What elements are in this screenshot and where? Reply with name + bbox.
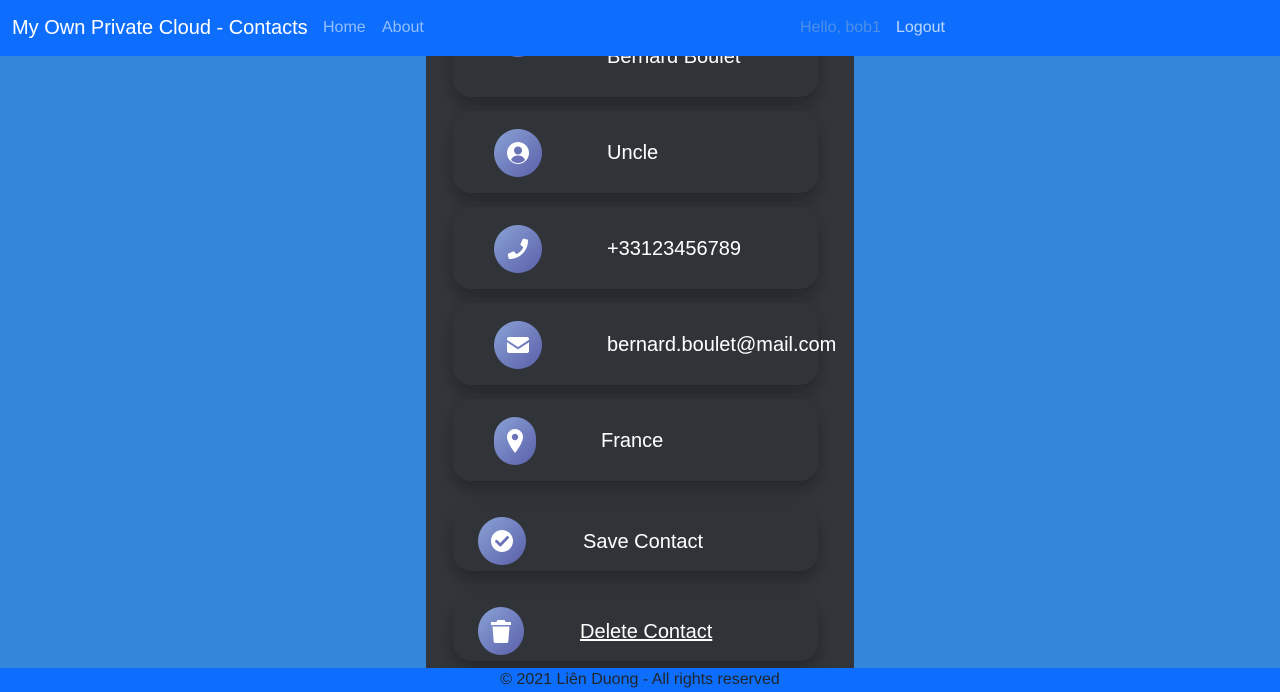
envelope-icon [494, 321, 542, 369]
user-greeting: Hello, bob1 [800, 19, 881, 36]
contact-phone: +33123456789 [607, 238, 742, 260]
brand-link[interactable]: My Own Private Cloud - Contacts [12, 0, 308, 56]
trash-icon [478, 607, 524, 655]
contact-country-card: France [453, 399, 818, 481]
navbar: My Own Private Cloud - Contacts Home Abo… [0, 0, 1280, 56]
save-contact-label: Save Contact [583, 531, 704, 553]
contact-relation: Uncle [607, 142, 659, 164]
delete-contact-button[interactable]: Delete Contact [453, 597, 818, 661]
contact-email-card: bernard.boulet@mail.com [453, 303, 836, 385]
contact-phone-card: +33123456789 [453, 207, 818, 289]
logout-link[interactable]: Logout [896, 0, 945, 56]
contact-panel: SMS Bernard Boulet Uncle +33123456789 [426, 0, 854, 668]
footer: © 2021 Liên Duong - All rights reserved [0, 668, 1280, 692]
phone-icon [494, 225, 542, 273]
user-circle-icon [494, 129, 542, 177]
delete-contact-link[interactable]: Delete Contact [580, 621, 712, 644]
contact-country: France [601, 430, 664, 452]
nav-home-link[interactable]: Home [323, 0, 366, 56]
check-circle-icon [478, 517, 526, 565]
map-marker-icon [494, 417, 536, 465]
save-contact-button[interactable]: Save Contact [453, 507, 818, 571]
copyright-text: © 2021 Liên Duong - All rights reserved [500, 671, 780, 688]
contact-relation-card: Uncle [453, 111, 818, 193]
contact-email: bernard.boulet@mail.com [607, 334, 837, 356]
nav-about-link[interactable]: About [382, 0, 424, 56]
